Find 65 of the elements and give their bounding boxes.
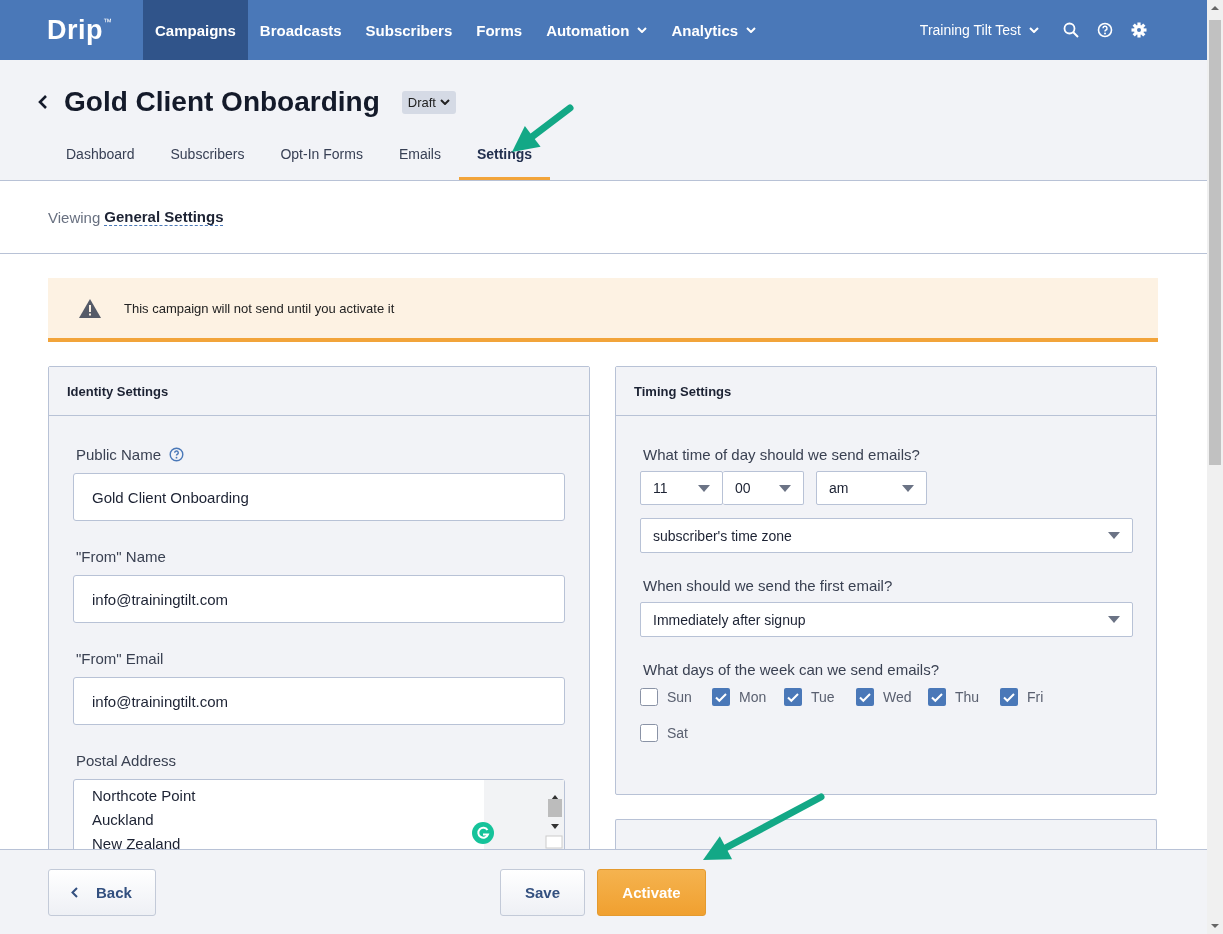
dropdown-triangle-icon [779,484,791,492]
dropdown-triangle-icon [698,484,710,492]
status-dropdown[interactable]: Draft [401,90,456,114]
panel-title: Identity Settings [49,367,589,416]
checkbox[interactable] [856,688,874,706]
minute-select[interactable]: 00 [723,471,804,505]
tab[interactable]: Subscribers [152,145,263,180]
question-label: What time of day should we send emails? [643,446,921,463]
field-label: "From" Name [76,548,166,565]
checkbox-label: Tue [811,689,835,705]
nav-item[interactable]: Automation [534,0,660,60]
settings-icon [1131,22,1147,38]
warning-icon [78,297,102,319]
panel-title: Timing Settings [616,367,1156,416]
dropdown-triangle-icon [902,484,914,492]
back-chevron-icon [38,95,48,109]
settings-view-selector[interactable]: General Settings [104,208,224,226]
timezone-select[interactable]: subscriber's time zone [640,518,1133,553]
tab[interactable]: Opt-In Forms [262,145,381,180]
first-email-select[interactable]: Immediately after signup [640,602,1133,637]
nav-item[interactable]: Subscribers [353,0,465,60]
checkbox-label: Wed [883,689,912,705]
chevron-down-icon [1029,27,1039,33]
nav-item[interactable]: Campaigns [143,0,248,60]
checkbox[interactable] [640,688,658,706]
hour-select[interactable]: 11 [640,471,723,505]
back-button[interactable]: Back [48,868,156,916]
logo[interactable]: Drip [47,15,103,46]
tab[interactable]: Dashboard [48,145,153,180]
chevron-down-icon [439,99,450,105]
text-input-field[interactable]: info@trainingtilt.com [73,575,565,623]
dropdown-triangle-icon [1108,532,1120,539]
tab[interactable]: Emails [380,145,459,180]
account-menu[interactable]: Training Tilt Test [919,22,1039,38]
help-icon [1097,22,1113,38]
page-title: Gold Client Onboarding [64,86,380,118]
chevron-left-icon [71,886,78,898]
checkbox[interactable] [928,688,946,706]
checkbox-label: Mon [739,689,767,705]
nav-item[interactable]: Analytics [659,0,769,60]
field-label: "From" Email [76,650,164,667]
question-label: What days of the week can we send emails? [643,661,940,678]
viewing-label: Viewing [48,208,101,226]
checkbox-label: Fri [1027,689,1044,705]
am-pm-select[interactable]: am [816,471,927,505]
question-label: When should we send the first email? [643,577,894,594]
trademark-mark: ™ [103,17,112,27]
checkbox[interactable] [1000,688,1018,706]
nav-item[interactable]: Broadcasts [247,0,354,60]
checkbox[interactable] [640,724,658,742]
checkbox[interactable] [712,688,730,706]
search-icon [1063,22,1079,38]
field-label: Public Name [76,446,162,463]
text-input-field[interactable]: info@trainingtilt.com [73,677,565,725]
checkbox-label: Thu [955,689,980,705]
checkbox[interactable] [784,688,802,706]
postal-address-field[interactable]: Northcote Point Auckland New Zealand [73,779,565,849]
checkbox-label: Sat [667,725,688,741]
field-label: Postal Address [76,752,177,769]
save-button[interactable]: Save [500,868,585,916]
dropdown-triangle-icon [1108,616,1120,623]
nav-item[interactable]: Forms [464,0,535,60]
checkbox-label: Sun [667,689,692,705]
text-input-field[interactable]: Gold Client Onboarding [73,473,565,521]
warning-text: This campaign will not send until you activate it [124,300,395,316]
